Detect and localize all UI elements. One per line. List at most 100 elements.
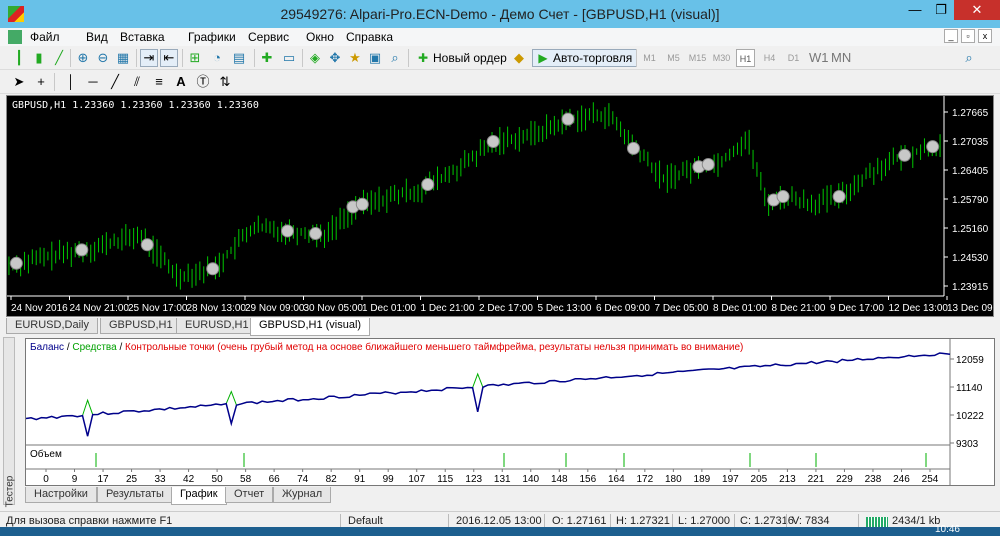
zoom-out-icon[interactable]: ⊖ [94, 49, 112, 67]
periods-icon[interactable]: ◔ [208, 49, 226, 67]
timeframe-h1[interactable]: H1 [736, 49, 755, 67]
tab-results[interactable]: Результаты [97, 487, 173, 503]
tab-gbpusd-h1-visual[interactable]: GBPUSD,H1 (visual) [250, 318, 371, 336]
auto-trading-label: Авто-торговля [553, 51, 633, 65]
tab-settings[interactable]: Настройки [25, 487, 97, 503]
restore-button[interactable]: ❐ [928, 0, 954, 20]
tab-graph[interactable]: График [171, 487, 227, 505]
tile-windows-icon[interactable]: ▦ [114, 49, 132, 67]
time-label: 12 Dec 13:00 [889, 303, 949, 314]
tab-journal[interactable]: Журнал [273, 487, 332, 503]
timeframe-h4[interactable]: H4 [760, 49, 779, 67]
menu-file[interactable]: Файл [30, 30, 60, 44]
status-profile[interactable]: Default [348, 515, 383, 527]
search-icon[interactable]: ⌕ [960, 49, 978, 67]
tester-x-label: 123 [465, 474, 482, 485]
new-order-button[interactable]: ✚ Новый ордер [412, 49, 512, 67]
mdi-minimize-button[interactable]: _ [944, 29, 958, 43]
vertical-line-icon[interactable]: │ [62, 73, 80, 91]
tab-gbpusd-h1[interactable]: GBPUSD,H1 [100, 318, 182, 334]
status-low: L: 1.27000 [678, 515, 730, 527]
text-label-icon[interactable]: Ⓣ [194, 73, 212, 91]
mdi-restore-button[interactable]: ▫ [961, 29, 975, 43]
timeframe-d1[interactable]: D1 [784, 49, 803, 67]
new-order-icon: ✚ [417, 51, 429, 65]
navigator-icon[interactable]: ✥ [326, 49, 344, 67]
title-bar: 29549276: Alpari-Pro.ECN-Demo - Демо Сче… [0, 0, 1000, 28]
balance-line [26, 352, 951, 437]
horizontal-line-icon[interactable]: ─ [84, 73, 102, 91]
price-chart[interactable]: 1.27665 1.27035 1.26405 1.25790 1.25160 1.245… [6, 95, 994, 317]
new-chart-icon[interactable]: ✚ [258, 49, 276, 67]
time-label: 29 Nov 09:00 [245, 303, 305, 314]
tester-tabs: Настройки Результаты График Отчет Журнал [25, 486, 995, 505]
tester-x-label: 0 [43, 474, 49, 485]
status-traffic[interactable]: 2434/1 kb [892, 515, 940, 527]
menu-help[interactable]: Справка [346, 30, 393, 44]
timeframe-m15[interactable]: M15 [688, 49, 707, 67]
indicators-icon[interactable]: ⊞ [186, 49, 204, 67]
tester-icon[interactable]: ⌕ [386, 49, 404, 67]
trade-marker [309, 227, 323, 241]
time-label: 8 Dec 01:00 [713, 303, 767, 314]
tester-x-label: 131 [494, 474, 511, 485]
close-button[interactable]: ✕ [954, 0, 1000, 20]
crosshair-icon[interactable]: + [32, 73, 50, 91]
time-label: 5 Dec 13:00 [538, 303, 592, 314]
time-label: 28 Nov 13:00 [187, 303, 247, 314]
profiles-icon[interactable]: ▭ [280, 49, 298, 67]
tab-report[interactable]: Отчет [225, 487, 274, 503]
menu-insert[interactable]: Вставка [120, 30, 165, 44]
standard-toolbar: ┃ ▮ ╱ ⊕ ⊖ ▦ ⇥ ⇤ ⊞ ◔ ▤ ✚ ▭ ◈ ✥ ★ ▣ ⌕ ✚ Но… [0, 46, 1000, 70]
tester-x-label: 180 [665, 474, 682, 485]
timeframe-w1[interactable]: W1 [808, 49, 829, 67]
text-icon[interactable]: A [172, 73, 190, 91]
time-label: 1 Dec 21:00 [421, 303, 475, 314]
tab-eurusd-daily[interactable]: EURUSD,Daily [6, 318, 98, 334]
tester-x-label: 66 [269, 474, 281, 485]
tester-x-label: 33 [155, 474, 167, 485]
menu-view[interactable]: Вид [86, 30, 108, 44]
menu-window[interactable]: Окно [306, 30, 334, 44]
templates-icon[interactable]: ▤ [230, 49, 248, 67]
candles-icon[interactable]: ▮ [30, 49, 48, 67]
line-chart-icon[interactable]: ╱ [50, 49, 68, 67]
timeframe-mn[interactable]: MN [830, 49, 851, 67]
zoom-in-icon[interactable]: ⊕ [74, 49, 92, 67]
tester-x-label: 229 [836, 474, 853, 485]
trade-marker [626, 141, 640, 155]
market-watch-icon[interactable]: ◈ [306, 49, 324, 67]
trade-marker [9, 256, 23, 270]
timeframe-m30[interactable]: M30 [712, 49, 731, 67]
menu-bar: Файл Вид Вставка Графики Сервис Окно Спр… [0, 28, 1000, 46]
time-label: 7 Dec 05:00 [655, 303, 709, 314]
menu-charts[interactable]: Графики [188, 30, 236, 44]
arrows-icon[interactable]: ⇅ [216, 73, 234, 91]
tester-x-label: 25 [126, 474, 138, 485]
tester-panel-handle[interactable]: Тестер [3, 337, 15, 507]
chart-shift-icon[interactable]: ⇤ [160, 49, 178, 67]
tab-eurusd-h1[interactable]: EURUSD,H1 [176, 318, 258, 334]
bar-chart-icon[interactable]: ┃ [10, 49, 28, 67]
mdi-close-button[interactable]: x [978, 29, 992, 43]
auto-trading-button[interactable]: ▶ Авто-торговля [532, 49, 638, 67]
volume-label: Объем [30, 449, 62, 460]
time-label: 1 Dec 01:00 [362, 303, 416, 314]
terminal-icon[interactable]: ▣ [366, 49, 384, 67]
timeframe-m1[interactable]: M1 [640, 49, 659, 67]
meta-editor-icon[interactable]: ◆ [510, 49, 528, 67]
tester-graph-svg: 12059 11140 10222 9303 0 9 17 25 33 42 50 58 66 74 82 9… [26, 339, 984, 485]
drawing-toolbar: ➤ + │ ─ ╱ ⫽ ≡ A Ⓣ ⇅ [0, 70, 1000, 94]
menu-tools[interactable]: Сервис [248, 30, 289, 44]
data-window-icon[interactable]: ★ [346, 49, 364, 67]
cursor-icon[interactable]: ➤ [10, 73, 28, 91]
tester-x-label: 148 [551, 474, 568, 485]
trendline-icon[interactable]: ╱ [106, 73, 124, 91]
equidistant-channel-icon[interactable]: ⫽ [128, 73, 146, 91]
chart-tabs: EURUSD,Daily GBPUSD,H1 EURUSD,H1 GBPUSD,… [6, 317, 994, 336]
fibonacci-icon[interactable]: ≡ [150, 73, 168, 91]
time-label: 24 Nov 21:00 [70, 303, 130, 314]
autoscroll-icon[interactable]: ⇥ [140, 49, 158, 67]
timeframe-m5[interactable]: M5 [664, 49, 683, 67]
minimize-button[interactable]: — [902, 0, 928, 20]
